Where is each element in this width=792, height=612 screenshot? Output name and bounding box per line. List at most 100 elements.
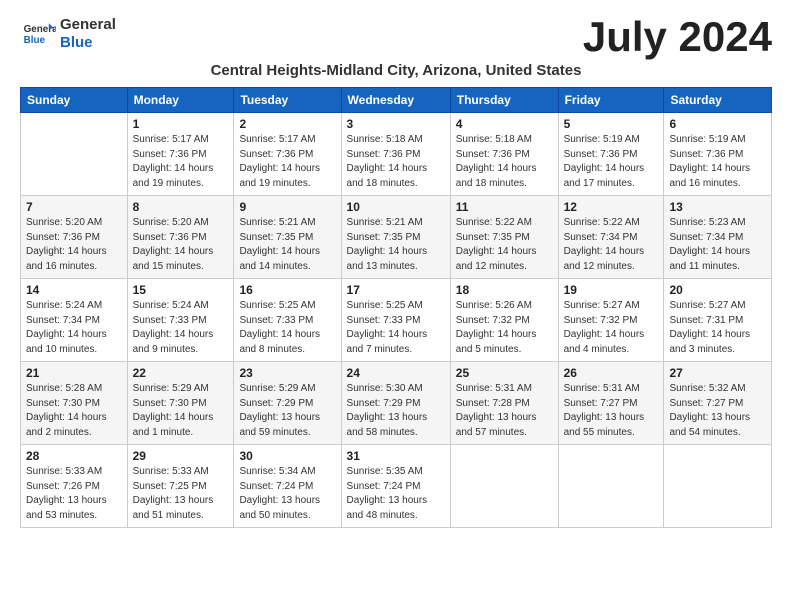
day-info: Sunrise: 5:27 AM Sunset: 7:32 PM Dayligh… bbox=[564, 299, 659, 357]
weekday-header-saturday: Saturday bbox=[664, 88, 772, 113]
day-number: 13 bbox=[669, 200, 766, 214]
day-number: 1 bbox=[133, 117, 229, 131]
day-info: Sunrise: 5:22 AM Sunset: 7:35 PM Dayligh… bbox=[456, 216, 553, 274]
weekday-header-monday: Monday bbox=[127, 88, 234, 113]
weekday-header-wednesday: Wednesday bbox=[341, 88, 450, 113]
day-info: Sunrise: 5:21 AM Sunset: 7:35 PM Dayligh… bbox=[239, 216, 335, 274]
day-number: 12 bbox=[564, 200, 659, 214]
calendar-cell: 22 Sunrise: 5:29 AM Sunset: 7:30 PM Dayli… bbox=[127, 362, 234, 445]
logo: General Blue General Blue bbox=[20, 16, 116, 52]
calendar-cell: 12 Sunrise: 5:22 AM Sunset: 7:34 PM Dayli… bbox=[558, 196, 664, 279]
day-number: 10 bbox=[347, 200, 445, 214]
calendar-title: July 2024 bbox=[583, 16, 772, 58]
calendar-cell: 25Sunrise: 5:31 AM Sunset: 7:28 PM Dayli… bbox=[450, 362, 558, 445]
day-number: 3 bbox=[347, 117, 445, 131]
calendar-cell: 9 Sunrise: 5:21 AM Sunset: 7:35 PM Daylig… bbox=[234, 196, 341, 279]
day-number: 15 bbox=[133, 283, 229, 297]
day-number: 21 bbox=[26, 366, 122, 380]
day-number: 7 bbox=[26, 200, 122, 214]
calendar-cell: 16 Sunrise: 5:25 AM Sunset: 7:33 PM Dayli… bbox=[234, 279, 341, 362]
calendar-week-row: 14Sunrise: 5:24 AM Sunset: 7:34 PM Dayli… bbox=[21, 279, 772, 362]
day-info: Sunrise: 5:19 AM Sunset: 7:36 PM Dayligh… bbox=[669, 133, 766, 191]
calendar-cell: 17Sunrise: 5:25 AM Sunset: 7:33 PM Dayli… bbox=[341, 279, 450, 362]
page-header: General Blue General Blue July 2024 bbox=[20, 16, 772, 58]
day-number: 6 bbox=[669, 117, 766, 131]
day-number: 30 bbox=[239, 449, 335, 463]
day-info: Sunrise: 5:25 AM Sunset: 7:33 PM Dayligh… bbox=[347, 299, 445, 357]
calendar-cell: 19 Sunrise: 5:27 AM Sunset: 7:32 PM Dayli… bbox=[558, 279, 664, 362]
day-info: Sunrise: 5:18 AM Sunset: 7:36 PM Dayligh… bbox=[456, 133, 553, 191]
logo-icon: General Blue bbox=[20, 16, 56, 52]
day-info: Sunrise: 5:17 AM Sunset: 7:36 PM Dayligh… bbox=[239, 133, 335, 191]
day-info: Sunrise: 5:30 AM Sunset: 7:29 PM Dayligh… bbox=[347, 382, 445, 440]
day-info: Sunrise: 5:21 AM Sunset: 7:35 PM Dayligh… bbox=[347, 216, 445, 274]
calendar-cell: 29Sunrise: 5:33 AM Sunset: 7:25 PM Dayli… bbox=[127, 445, 234, 528]
calendar-cell: 14Sunrise: 5:24 AM Sunset: 7:34 PM Dayli… bbox=[21, 279, 128, 362]
day-number: 9 bbox=[239, 200, 335, 214]
calendar-header-row: SundayMondayTuesdayWednesdayThursdayFrid… bbox=[21, 88, 772, 113]
calendar-cell: 4 Sunrise: 5:18 AM Sunset: 7:36 PM Daylig… bbox=[450, 113, 558, 196]
day-number: 16 bbox=[239, 283, 335, 297]
weekday-header-sunday: Sunday bbox=[21, 88, 128, 113]
logo-blue: Blue bbox=[60, 34, 93, 51]
day-info: Sunrise: 5:29 AM Sunset: 7:30 PM Dayligh… bbox=[133, 382, 229, 440]
calendar-cell: 5Sunrise: 5:19 AM Sunset: 7:36 PM Daylig… bbox=[558, 113, 664, 196]
weekday-header-tuesday: Tuesday bbox=[234, 88, 341, 113]
calendar-cell bbox=[450, 445, 558, 528]
day-info: Sunrise: 5:28 AM Sunset: 7:30 PM Dayligh… bbox=[26, 382, 122, 440]
calendar-cell: 6 Sunrise: 5:19 AM Sunset: 7:36 PM Daylig… bbox=[664, 113, 772, 196]
day-number: 2 bbox=[239, 117, 335, 131]
day-info: Sunrise: 5:25 AM Sunset: 7:33 PM Dayligh… bbox=[239, 299, 335, 357]
day-number: 20 bbox=[669, 283, 766, 297]
calendar-week-row: 21 Sunrise: 5:28 AM Sunset: 7:30 PM Dayli… bbox=[21, 362, 772, 445]
day-info: Sunrise: 5:20 AM Sunset: 7:36 PM Dayligh… bbox=[133, 216, 229, 274]
calendar-cell: 1Sunrise: 5:17 AM Sunset: 7:36 PM Daylig… bbox=[127, 113, 234, 196]
day-info: Sunrise: 5:33 AM Sunset: 7:26 PM Dayligh… bbox=[26, 465, 122, 523]
day-info: Sunrise: 5:29 AM Sunset: 7:29 PM Dayligh… bbox=[239, 382, 335, 440]
calendar-cell: 3 Sunrise: 5:18 AM Sunset: 7:36 PM Daylig… bbox=[341, 113, 450, 196]
calendar-cell: 20Sunrise: 5:27 AM Sunset: 7:31 PM Dayli… bbox=[664, 279, 772, 362]
day-number: 4 bbox=[456, 117, 553, 131]
day-info: Sunrise: 5:31 AM Sunset: 7:27 PM Dayligh… bbox=[564, 382, 659, 440]
day-number: 22 bbox=[133, 366, 229, 380]
calendar-cell: 10 Sunrise: 5:21 AM Sunset: 7:35 PM Dayli… bbox=[341, 196, 450, 279]
day-info: Sunrise: 5:33 AM Sunset: 7:25 PM Dayligh… bbox=[133, 465, 229, 523]
day-number: 5 bbox=[564, 117, 659, 131]
day-info: Sunrise: 5:26 AM Sunset: 7:32 PM Dayligh… bbox=[456, 299, 553, 357]
day-number: 19 bbox=[564, 283, 659, 297]
calendar-cell: 18Sunrise: 5:26 AM Sunset: 7:32 PM Dayli… bbox=[450, 279, 558, 362]
calendar-cell: 27Sunrise: 5:32 AM Sunset: 7:27 PM Dayli… bbox=[664, 362, 772, 445]
calendar-week-row: 7 Sunrise: 5:20 AM Sunset: 7:36 PM Daylig… bbox=[21, 196, 772, 279]
day-info: Sunrise: 5:24 AM Sunset: 7:33 PM Dayligh… bbox=[133, 299, 229, 357]
calendar-cell: 7Sunrise: 5:20 AM Sunset: 7:36 PM Daylig… bbox=[21, 196, 128, 279]
logo-text: General Blue bbox=[60, 16, 116, 52]
day-info: Sunrise: 5:23 AM Sunset: 7:34 PM Dayligh… bbox=[669, 216, 766, 274]
calendar-cell: 24 Sunrise: 5:30 AM Sunset: 7:29 PM Dayli… bbox=[341, 362, 450, 445]
day-number: 24 bbox=[347, 366, 445, 380]
calendar-cell: 23Sunrise: 5:29 AM Sunset: 7:29 PM Dayli… bbox=[234, 362, 341, 445]
calendar-cell: 8Sunrise: 5:20 AM Sunset: 7:36 PM Daylig… bbox=[127, 196, 234, 279]
calendar-table: SundayMondayTuesdayWednesdayThursdayFrid… bbox=[20, 87, 772, 528]
day-info: Sunrise: 5:22 AM Sunset: 7:34 PM Dayligh… bbox=[564, 216, 659, 274]
day-info: Sunrise: 5:24 AM Sunset: 7:34 PM Dayligh… bbox=[26, 299, 122, 357]
calendar-cell bbox=[21, 113, 128, 196]
calendar-cell: 11 Sunrise: 5:22 AM Sunset: 7:35 PM Dayli… bbox=[450, 196, 558, 279]
location-subtitle: Central Heights-Midland City, Arizona, U… bbox=[20, 62, 772, 79]
calendar-cell: 30 Sunrise: 5:34 AM Sunset: 7:24 PM Dayli… bbox=[234, 445, 341, 528]
day-info: Sunrise: 5:18 AM Sunset: 7:36 PM Dayligh… bbox=[347, 133, 445, 191]
day-number: 31 bbox=[347, 449, 445, 463]
calendar-week-row: 28 Sunrise: 5:33 AM Sunset: 7:26 PM Dayli… bbox=[21, 445, 772, 528]
weekday-header-thursday: Thursday bbox=[450, 88, 558, 113]
calendar-cell: 26Sunrise: 5:31 AM Sunset: 7:27 PM Dayli… bbox=[558, 362, 664, 445]
day-info: Sunrise: 5:34 AM Sunset: 7:24 PM Dayligh… bbox=[239, 465, 335, 523]
calendar-week-row: 1 Sunrise: 5:17 AM Sunset: 7:36 PM Daylig… bbox=[21, 113, 772, 196]
day-number: 28 bbox=[26, 449, 122, 463]
day-info: Sunrise: 5:32 AM Sunset: 7:27 PM Dayligh… bbox=[669, 382, 766, 440]
calendar-cell: 21 Sunrise: 5:28 AM Sunset: 7:30 PM Dayli… bbox=[21, 362, 128, 445]
calendar-cell bbox=[664, 445, 772, 528]
calendar-cell: 2 Sunrise: 5:17 AM Sunset: 7:36 PM Daylig… bbox=[234, 113, 341, 196]
calendar-cell: 28 Sunrise: 5:33 AM Sunset: 7:26 PM Dayli… bbox=[21, 445, 128, 528]
day-info: Sunrise: 5:35 AM Sunset: 7:24 PM Dayligh… bbox=[347, 465, 445, 523]
weekday-header-friday: Friday bbox=[558, 88, 664, 113]
day-number: 11 bbox=[456, 200, 553, 214]
